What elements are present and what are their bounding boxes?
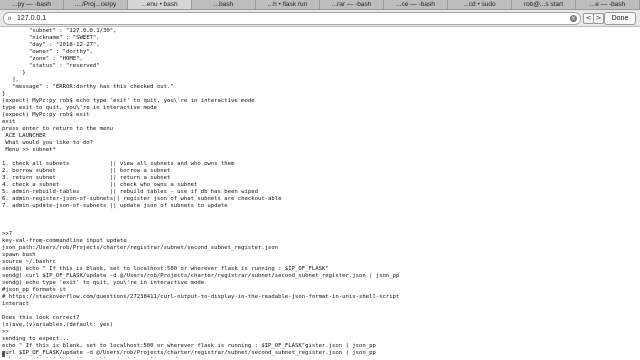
terminal-line: 2. borrow subnet || borrow a subnet — [2, 168, 171, 174]
clear-search-icon[interactable]: × — [570, 15, 577, 22]
terminal-line: (expect) MyPc:py rob$ exit — [2, 112, 90, 118]
terminal-line: 1. check all subnets || view all subnets… — [2, 161, 235, 167]
done-button[interactable]: Done — [604, 12, 636, 25]
terminal-line: interact — [2, 301, 29, 307]
terminal-line: 5. admin-rebuild-tables || rebuild table… — [2, 189, 258, 195]
terminal-tab[interactable]: ...cd • sudo — [448, 0, 512, 9]
terminal-line: send@) echo " If this is blank, set to l… — [2, 266, 329, 272]
terminal-line: ], — [2, 77, 19, 83]
terminal-line: "subnet" : "127.0.0.1/30", — [2, 28, 117, 34]
terminal-line: "owner" : "dorthy", — [2, 49, 93, 55]
terminal-line: 6. admin-register-json-of-subnets|| regi… — [2, 196, 282, 202]
terminal-line: # https://stackoverflow.com/questions/27… — [2, 294, 400, 300]
search-icon: ⌕ — [7, 14, 12, 23]
terminal-line: send@) curl $IP_OF_FLASK/update -d @/Use… — [2, 273, 400, 279]
terminal-line: "nickname" : "SWEET", — [2, 35, 100, 41]
terminal-line: Does this look correct? — [2, 315, 80, 321]
terminal-tab[interactable]: ...e — -bash — [576, 0, 640, 9]
terminal-line: #json_pp formats it — [2, 287, 66, 293]
terminal-line: json_path:/Users/rob/Projects/charter/re… — [2, 245, 279, 251]
find-next-button[interactable]: > — [593, 13, 604, 24]
find-bar: ⌕ × < > Done — [0, 10, 640, 27]
terminal-tab-active[interactable]: ...enu • bash — [128, 0, 192, 9]
terminal-line: } — [2, 91, 6, 97]
terminal-line: send@) echo type 'exit' to quit, you\'re… — [2, 280, 205, 286]
terminal-tab[interactable]: ...ce — -bash — [384, 0, 448, 9]
terminal-line: spawn bash — [2, 252, 36, 258]
terminal-line: "zone" : "HOME", — [2, 56, 83, 62]
terminal-line: type exit to quit, you\'re in interactiv… — [2, 105, 157, 111]
terminal-tab[interactable]: ...py — -bash — [0, 0, 64, 9]
terminal-line: "message" : "ERROR:dorthy has this check… — [2, 84, 174, 90]
terminal-line: 3. return subnet || return a subnet — [2, 175, 171, 181]
terminal-line: ACE LAUNCHER — [2, 133, 46, 139]
terminal-output[interactable]: "subnet" : "127.0.0.1/30", "nickname" : … — [2, 28, 638, 358]
terminal-line: 4. check a subnet || check who owns a su… — [2, 182, 198, 188]
terminal-line: >> — [2, 329, 9, 335]
terminal-line: echo type 'exit' to quit, you\'re in int… — [2, 357, 638, 358]
terminal-line: >>7 — [2, 231, 13, 237]
terminal-tab[interactable]: ...bash — [192, 0, 256, 9]
terminal-tab[interactable]: rob@...s start — [512, 0, 576, 9]
terminal-line: "status" : "reserved" — [2, 63, 100, 69]
terminal-tab[interactable]: ..../Proj...ce/py — [64, 0, 128, 9]
terminal-line: source ~/.bashrc — [2, 259, 56, 265]
terminal-line: 7. admin-update-json-of-subnets || updat… — [2, 203, 228, 209]
terminal-line: press enter to return to the menu — [2, 126, 114, 132]
terminal-line: (s)ave,(v)ariables,(default: yes) — [2, 322, 114, 328]
find-field[interactable]: ⌕ × — [3, 12, 581, 25]
terminal-line: "day" : "2018-12-27", — [2, 42, 100, 48]
terminal-tab[interactable]: ...rar — -bash — [320, 0, 384, 9]
terminal-line: exit — [2, 119, 16, 125]
terminal-line: What would you like to do? — [2, 140, 93, 146]
terminal-line: curl $IP_OF_FLASK/update -d @/Users/rob/… — [2, 350, 376, 356]
terminal-line: (expect) MyPc:py rob$ echo type 'exit' t… — [2, 98, 255, 104]
terminal-line: key-val-from-commandline input update — [2, 238, 127, 244]
terminal-tab[interactable]: ...h • flask run — [256, 0, 320, 9]
terminal-tab-bar: ...py — -bash ..../Proj...ce/py ...enu •… — [0, 0, 640, 10]
terminal-line: echo " If this is blank, set to localhos… — [2, 343, 376, 349]
terminal-line: } — [2, 70, 26, 76]
find-input[interactable] — [17, 13, 562, 24]
terminal-line: Menu >> subnet* — [2, 147, 56, 153]
terminal-cursor — [2, 351, 5, 357]
terminal-line: sending to expect... — [2, 336, 70, 342]
